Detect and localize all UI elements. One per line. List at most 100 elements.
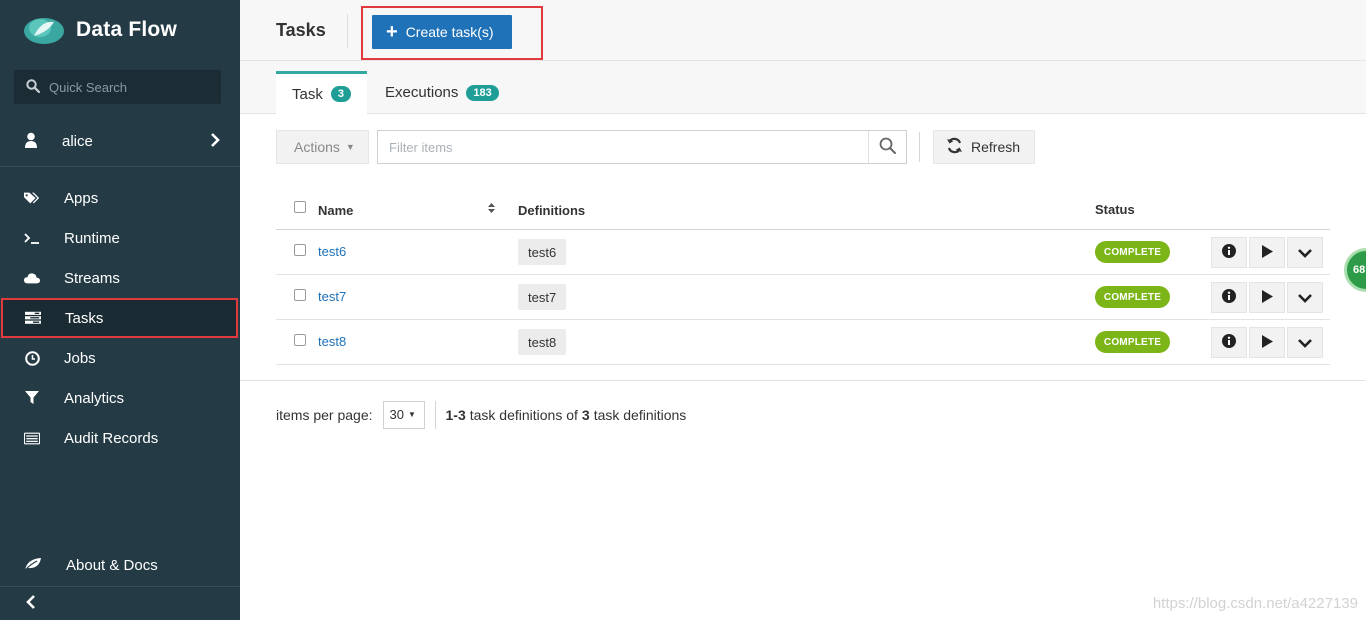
actions-dropdown[interactable]: Actions ▼ <box>276 130 369 164</box>
definition-chip: test6 <box>518 239 567 265</box>
definition-chip: test7 <box>518 284 567 310</box>
tab-count-badge: 183 <box>466 84 499 101</box>
play-icon <box>1261 289 1273 306</box>
sidebar-item-about-docs[interactable]: About & Docs <box>0 545 240 585</box>
items-per-page-label: items per page: <box>276 406 373 423</box>
play-icon <box>1261 334 1273 351</box>
leaf-icon <box>24 557 42 574</box>
task-name-link[interactable]: test6 <box>318 244 346 259</box>
pagination-text-end: task definitions <box>593 406 687 423</box>
spring-cloud-logo-icon <box>22 14 66 46</box>
row-checkbox[interactable] <box>294 289 306 301</box>
task-name-link[interactable]: test7 <box>318 289 346 304</box>
collapse-sidebar-button[interactable] <box>0 586 240 620</box>
details-button[interactable] <box>1211 237 1247 268</box>
terminal-icon <box>24 230 40 246</box>
pagination: items per page: 30 ▼ 1-3 task definition… <box>276 400 686 429</box>
info-icon <box>1222 334 1236 351</box>
main-content: Tasks + Create task(s) Task 3 Executions… <box>240 0 1366 620</box>
more-actions-button[interactable] <box>1287 327 1323 358</box>
refresh-label: Refresh <box>971 139 1021 155</box>
tab-task[interactable]: Task 3 <box>276 71 367 114</box>
sidebar-item-label: Analytics <box>64 389 125 407</box>
caret-down-icon: ▼ <box>345 142 355 152</box>
items-per-page-select[interactable]: 30 ▼ <box>382 400 425 429</box>
chevron-down-icon <box>1298 335 1312 351</box>
pagination-text: task definitions of <box>469 406 578 423</box>
sort-icon[interactable] <box>487 202 496 217</box>
create-tasks-label: Create task(s) <box>405 24 494 40</box>
sidebar-item-label: About & Docs <box>66 556 158 574</box>
sidebar-item-tasks[interactable]: Tasks <box>1 298 238 338</box>
row-actions <box>1211 327 1325 358</box>
floating-badge[interactable]: 68 <box>1344 248 1366 292</box>
sidebar-item-label: Jobs <box>64 349 96 367</box>
sidebar-item-audit-records[interactable]: Audit Records <box>0 418 240 458</box>
launch-button[interactable] <box>1249 282 1285 313</box>
list-icon <box>24 430 40 446</box>
actions-label: Actions <box>294 139 340 155</box>
sidebar-item-analytics[interactable]: Analytics <box>0 378 240 418</box>
user-icon <box>24 132 38 151</box>
tab-label: Executions <box>385 84 459 101</box>
select-all-checkbox[interactable] <box>294 201 306 213</box>
launch-button[interactable] <box>1249 327 1285 358</box>
status-badge: COMPLETE <box>1095 286 1170 308</box>
status-badge: COMPLETE <box>1095 331 1170 353</box>
table-row: test6 test6 COMPLETE <box>276 230 1330 275</box>
chevron-down-icon <box>1298 245 1312 261</box>
more-actions-button[interactable] <box>1287 282 1323 313</box>
row-actions <box>1211 282 1325 313</box>
task-name-link[interactable]: test8 <box>318 334 346 349</box>
quick-search[interactable]: Quick Search <box>14 70 221 104</box>
sidebar-item-runtime[interactable]: Runtime <box>0 218 240 258</box>
details-button[interactable] <box>1211 327 1247 358</box>
filter-search-button[interactable] <box>868 131 906 163</box>
column-header-definitions: Definitions <box>518 203 586 218</box>
chevron-down-icon <box>1298 290 1312 306</box>
sidebar-item-label: Streams <box>64 269 120 287</box>
plus-icon: + <box>386 21 398 43</box>
brand[interactable]: Data Flow <box>0 0 240 60</box>
user-menu[interactable]: alice <box>0 117 240 167</box>
filter-field[interactable] <box>377 130 907 164</box>
sidebar-item-label: Tasks <box>65 309 104 327</box>
create-tasks-button[interactable]: + Create task(s) <box>372 15 512 49</box>
watermark: https://blog.csdn.net/a4227139 <box>1152 595 1358 612</box>
clock-icon <box>24 350 40 366</box>
sidebar-item-streams[interactable]: Streams <box>0 258 240 298</box>
info-icon <box>1222 289 1236 306</box>
pagination-range: 1-3 <box>445 406 466 423</box>
divider <box>919 132 920 162</box>
pagination-total: 3 <box>581 406 590 423</box>
filter-input[interactable] <box>378 132 868 162</box>
launch-button[interactable] <box>1249 237 1285 268</box>
refresh-button[interactable]: Refresh <box>933 130 1035 164</box>
tab-executions[interactable]: Executions 183 <box>369 71 515 114</box>
quick-search-label: Quick Search <box>49 79 128 95</box>
definition-chip: test8 <box>518 329 567 355</box>
chevron-right-icon <box>210 133 220 150</box>
refresh-icon <box>946 137 963 157</box>
details-button[interactable] <box>1211 282 1247 313</box>
sidebar-item-apps[interactable]: Apps <box>0 178 240 218</box>
row-checkbox[interactable] <box>294 334 306 346</box>
more-actions-button[interactable] <box>1287 237 1323 268</box>
chevron-left-icon <box>26 595 36 612</box>
tab-label: Task <box>292 85 323 103</box>
task-table: Name Definitions Status test6 test6 COMP… <box>276 190 1330 365</box>
row-checkbox[interactable] <box>294 244 306 256</box>
toolbar: Actions ▼ Refresh <box>276 130 1036 164</box>
filter-icon <box>24 390 40 406</box>
per-page-value: 30 <box>389 407 404 422</box>
sidebar-item-jobs[interactable]: Jobs <box>0 338 240 378</box>
column-header-name[interactable]: Name <box>318 203 353 218</box>
table-row: test7 test7 COMPLETE <box>276 275 1330 320</box>
row-actions <box>1211 237 1325 268</box>
column-header-status: Status <box>1095 202 1135 217</box>
divider <box>434 400 436 429</box>
status-badge: COMPLETE <box>1095 241 1170 263</box>
page-header: Tasks + Create task(s) <box>240 0 1366 61</box>
sidebar: Data Flow Quick Search alice Apps Runtim… <box>0 0 240 620</box>
search-icon <box>26 78 41 96</box>
